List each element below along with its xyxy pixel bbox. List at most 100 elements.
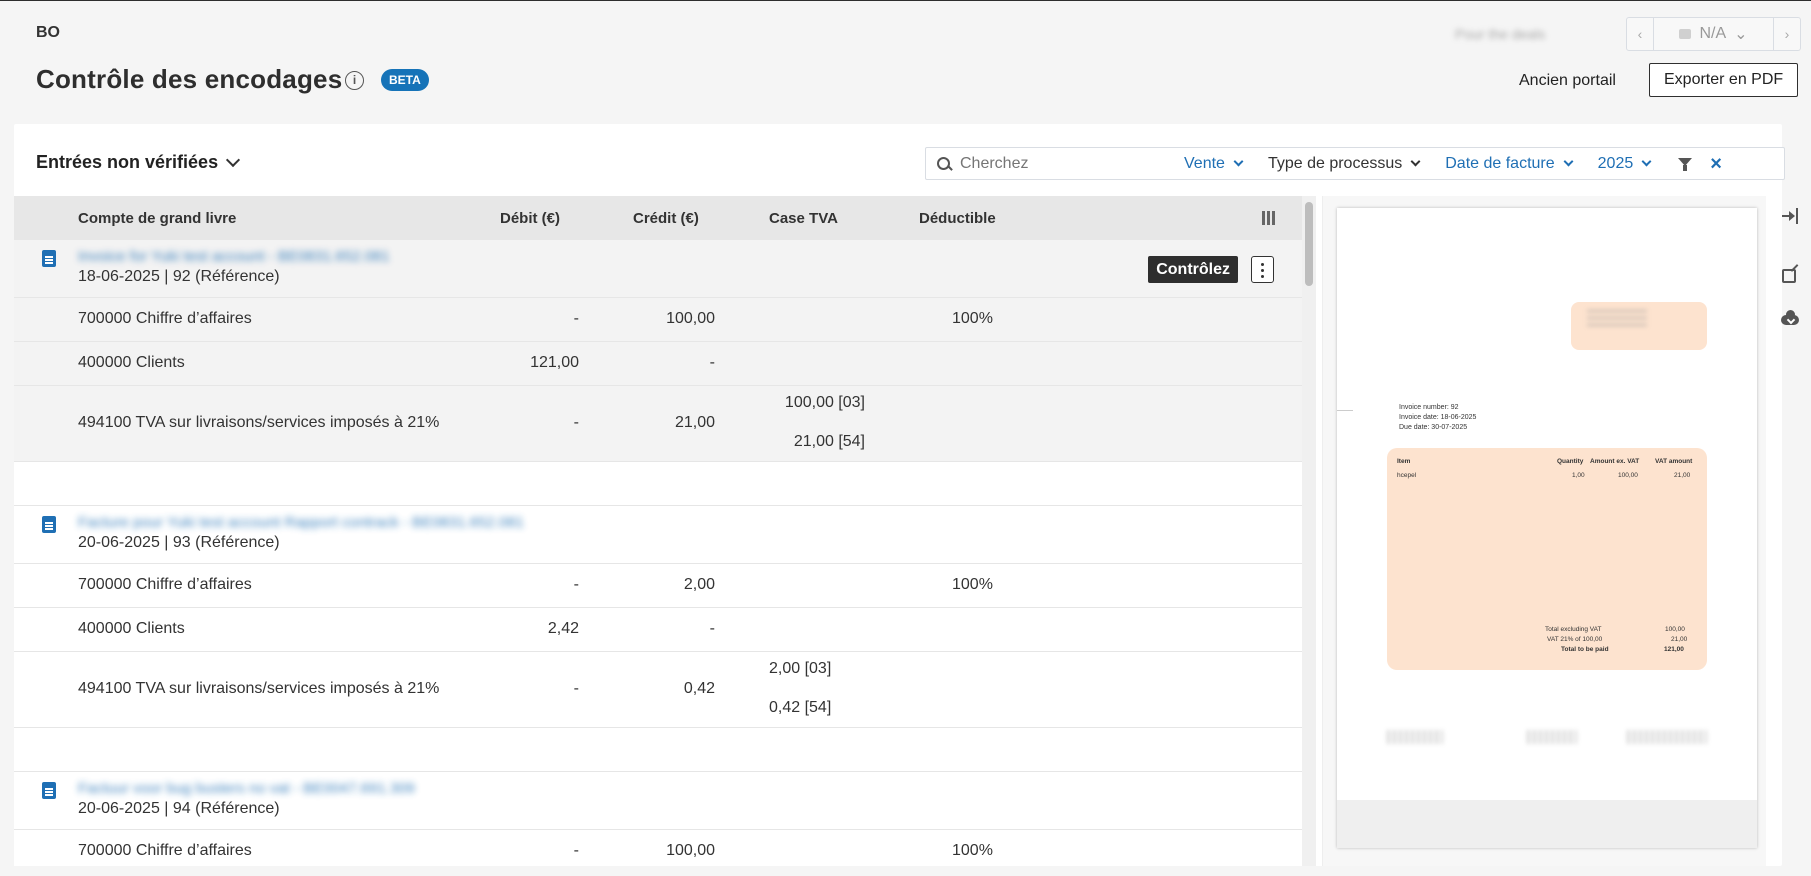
filter-label: Vente bbox=[1184, 154, 1225, 172]
blurred-address bbox=[1587, 310, 1647, 338]
footer-blur-3 bbox=[1627, 730, 1707, 744]
row-deductible: 100% bbox=[952, 842, 993, 859]
entries-table: Compte de grand livre Débit (€) Crédit (… bbox=[14, 196, 1302, 866]
row-credit: 2,00 bbox=[683, 576, 715, 593]
item-header: Item bbox=[1397, 458, 1411, 465]
row-account: 700000 Chiffre d’affaires bbox=[78, 310, 252, 327]
close-icon[interactable]: × bbox=[1710, 154, 1722, 174]
export-pdf-button[interactable]: Exporter en PDF bbox=[1649, 63, 1799, 97]
more-options-icon[interactable] bbox=[1251, 256, 1274, 283]
table-row[interactable]: 400000 Clients 2,42 - bbox=[14, 608, 1302, 652]
item-qty: 1,00 bbox=[1572, 472, 1585, 479]
chevron-down-icon bbox=[1563, 156, 1574, 167]
row-deductible: 100% bbox=[952, 576, 993, 593]
row-credit: 21,00 bbox=[674, 414, 715, 431]
filter-date-facture[interactable]: Date de facture bbox=[1445, 155, 1574, 173]
row-credit: - bbox=[709, 354, 715, 371]
fold-mark bbox=[1337, 410, 1353, 411]
item-amount: 100,00 bbox=[1618, 472, 1638, 479]
filter-type-processus[interactable]: Type de processus bbox=[1268, 155, 1421, 173]
prev-icon[interactable]: ‹ bbox=[1627, 18, 1653, 50]
document-icon bbox=[42, 250, 56, 267]
entry-title[interactable]: Invoice for Yuki test account - BE0831.6… bbox=[78, 248, 390, 265]
header-credit[interactable]: Crédit (€) bbox=[633, 210, 699, 227]
row-credit: 100,00 bbox=[666, 842, 715, 859]
table-scrollbar[interactable] bbox=[1302, 196, 1316, 866]
entry-header-row[interactable]: Invoice for Yuki test account - BE0831.6… bbox=[14, 240, 1302, 298]
page-title: Contrôle des encodages bbox=[36, 64, 343, 94]
vat-line-label: VAT 21% of 100,00 bbox=[1547, 636, 1603, 643]
entries-label: Entrées non vérifiées bbox=[36, 152, 219, 172]
info-icon[interactable]: i bbox=[345, 71, 364, 90]
row-debit: - bbox=[573, 680, 579, 697]
vat-line-value: 21,00 bbox=[1671, 636, 1688, 643]
entry-title[interactable]: Facture pour Yuki test account Rapport c… bbox=[78, 514, 524, 531]
row-account: 400000 Clients bbox=[78, 620, 185, 637]
header-vat-case[interactable]: Case TVA bbox=[769, 210, 838, 227]
ancien-portail-link[interactable]: Ancien portail bbox=[1519, 72, 1616, 90]
row-debit: - bbox=[573, 414, 579, 431]
entry-group[interactable]: Factuur voor bug busters no vat - BE0047… bbox=[14, 772, 1302, 866]
row-deductible: 100% bbox=[952, 310, 993, 327]
chevron-down-icon: ⌄ bbox=[1734, 26, 1748, 43]
org-name: BO bbox=[36, 24, 60, 41]
filter-icon[interactable] bbox=[1676, 155, 1694, 173]
item-vat: 21,00 bbox=[1674, 472, 1691, 479]
controle-button[interactable]: Contrôlez bbox=[1148, 256, 1238, 283]
table-row[interactable]: 700000 Chiffre d’affaires - 100,00 100% bbox=[14, 298, 1302, 342]
cloud-download-icon[interactable] bbox=[1780, 310, 1800, 330]
header-account[interactable]: Compte de grand livre bbox=[78, 210, 236, 227]
table-row[interactable]: 700000 Chiffre d’affaires - 100,00 100% bbox=[14, 830, 1302, 866]
collapse-panel-icon[interactable] bbox=[1780, 206, 1800, 226]
row-credit: - bbox=[709, 620, 715, 637]
entries-dropdown[interactable]: Entrées non vérifiées bbox=[36, 152, 241, 173]
top-border bbox=[0, 0, 1811, 1]
filter-bar: Vente Type de processus Date de facture … bbox=[925, 147, 1785, 180]
next-icon[interactable]: › bbox=[1774, 18, 1800, 50]
columns-icon[interactable] bbox=[1262, 211, 1276, 225]
item-name: hcepel bbox=[1397, 472, 1417, 479]
total-excl-label: Total excluding VAT bbox=[1545, 626, 1602, 633]
table-row[interactable]: 494100 TVA sur livraisons/services impos… bbox=[14, 652, 1302, 728]
table-row[interactable]: 494100 TVA sur livraisons/services impos… bbox=[14, 386, 1302, 462]
vat-header: VAT amount bbox=[1655, 458, 1693, 465]
entry-group[interactable]: Invoice for Yuki test account - BE0831.6… bbox=[14, 240, 1302, 462]
calendar-icon bbox=[1679, 29, 1692, 39]
pdf-preview[interactable]: Invoice number: 92 Invoice date: 18-06-2… bbox=[1337, 208, 1757, 848]
footer-blur-2 bbox=[1527, 730, 1577, 744]
total-paid-value: 121,00 bbox=[1664, 646, 1684, 653]
pdf-footer bbox=[1337, 800, 1757, 848]
search-input[interactable] bbox=[958, 148, 1158, 179]
beta-badge: BETA bbox=[381, 69, 429, 91]
chevron-down-icon bbox=[226, 152, 241, 167]
open-external-icon[interactable] bbox=[1780, 266, 1800, 286]
entry-header-row[interactable]: Facture pour Yuki test account Rapport c… bbox=[14, 506, 1302, 564]
row-account: 700000 Chiffre d’affaires bbox=[78, 842, 252, 859]
entry-header-row[interactable]: Factuur voor bug busters no vat - BE0047… bbox=[14, 772, 1302, 830]
table-row[interactable]: 700000 Chiffre d’affaires - 2,00 100% bbox=[14, 564, 1302, 608]
scrollbar-thumb[interactable] bbox=[1305, 202, 1313, 286]
row-account: 494100 TVA sur livraisons/services impos… bbox=[78, 680, 440, 697]
entry-subtitle: 20-06-2025 | 93 (Référence) bbox=[78, 534, 280, 551]
group-spacer bbox=[14, 462, 1302, 506]
row-debit: 121,00 bbox=[530, 354, 579, 371]
filter-year[interactable]: 2025 bbox=[1598, 155, 1652, 173]
amount-header: Amount ex. VAT bbox=[1590, 458, 1640, 465]
row-debit: - bbox=[573, 310, 579, 327]
entry-group[interactable]: Facture pour Yuki test account Rapport c… bbox=[14, 506, 1302, 728]
filter-vente[interactable]: Vente bbox=[1184, 154, 1244, 173]
chevron-down-icon bbox=[1410, 156, 1421, 167]
header-deductible[interactable]: Déductible bbox=[919, 210, 996, 227]
table-row[interactable]: 400000 Clients 121,00 - bbox=[14, 342, 1302, 386]
nav-select[interactable]: N/A ⌄ bbox=[1654, 24, 1773, 44]
row-account: 494100 TVA sur livraisons/services impos… bbox=[78, 414, 440, 431]
entry-title[interactable]: Factuur voor bug busters no vat - BE0047… bbox=[78, 780, 415, 797]
row-vat-2: 0,42 [54] bbox=[769, 699, 832, 716]
row-debit: 2,42 bbox=[547, 620, 579, 637]
top-right-dropdown[interactable]: Pour the deals bbox=[1455, 20, 1587, 48]
row-debit: - bbox=[573, 576, 579, 593]
document-icon bbox=[42, 782, 56, 799]
header-debit[interactable]: Débit (€) bbox=[500, 210, 560, 227]
preview-actions bbox=[1766, 196, 1811, 396]
row-vat-2: 21,00 [54] bbox=[793, 433, 865, 450]
